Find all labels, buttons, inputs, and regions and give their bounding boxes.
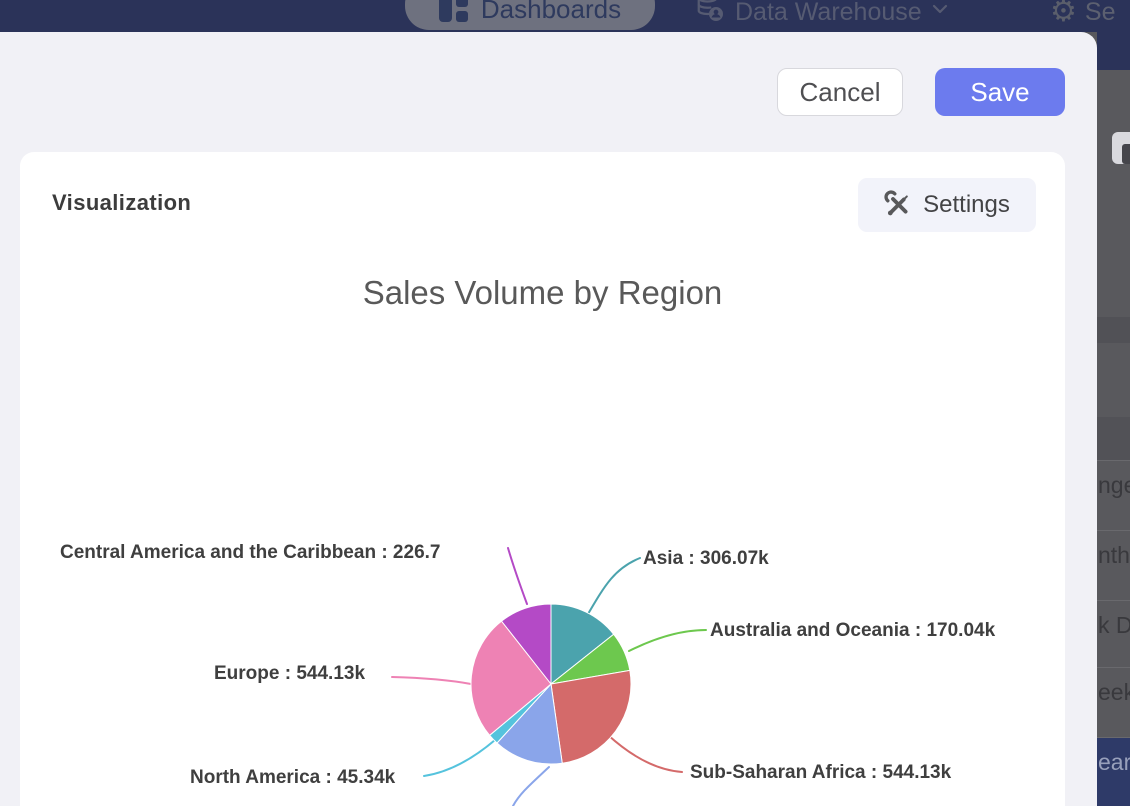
pie-label-north-america: North America : 45.34k <box>190 767 395 789</box>
dimmed-button-inner-fragment <box>1122 144 1130 164</box>
edit-visualization-modal: Cancel Save Visualization Settings Sales… <box>0 32 1097 806</box>
list-item-fragment-selected: ear <box>1097 737 1130 806</box>
menu-data-warehouse[interactable]: Data Warehouse <box>695 0 948 32</box>
top-navbar: Dashboards Data Warehouse ⚙ Se <box>0 0 1130 32</box>
screen: Dashboards Data Warehouse ⚙ Se <box>0 0 1130 806</box>
list-item-fragment: nth <box>1097 530 1130 600</box>
pie-slices-group <box>471 604 631 764</box>
pie-label-central-america: Central America and the Caribbean : 226.… <box>60 542 440 564</box>
visualization-card: Visualization Settings Sales Volume by R… <box>20 152 1065 806</box>
list-item-fragment: nge <box>1097 460 1130 530</box>
dimmed-page-sliver: nge nth k D eek ear <box>1097 32 1130 806</box>
dashboard-grid-icon <box>439 0 469 22</box>
pie-label-australia: Australia and Oceania : 170.04k <box>710 620 995 642</box>
list-item-fragment: k D <box>1097 600 1130 667</box>
leader-line-sub-saharan <box>608 735 682 772</box>
leader-line-north-america <box>424 740 495 776</box>
dimmed-band <box>1097 317 1130 343</box>
save-button[interactable]: Save <box>935 68 1065 116</box>
cancel-button[interactable]: Cancel <box>777 68 903 116</box>
pie-label-asia: Asia : 306.07k <box>643 548 769 570</box>
pie-slice-2[interactable] <box>551 670 631 763</box>
tab-dashboards-label: Dashboards <box>481 0 621 25</box>
tab-dashboards[interactable]: Dashboards <box>405 0 655 30</box>
database-user-icon <box>695 0 725 28</box>
leader-line-offscreen <box>513 767 549 806</box>
pie-chart <box>20 152 1065 806</box>
chevron-down-icon <box>932 1 948 19</box>
gear-icon: ⚙ <box>1050 0 1077 27</box>
leader-line-asia <box>588 558 640 614</box>
list-item-fragment: eek <box>1097 667 1130 737</box>
nav-settings-item[interactable]: ⚙ Se <box>1050 0 1116 32</box>
dimmed-header-strip <box>1097 32 1130 70</box>
pie-label-sub-saharan: Sub-Saharan Africa : 544.13k <box>690 762 951 784</box>
leader-line-central-america <box>508 548 527 604</box>
pie-label-europe: Europe : 544.13k <box>214 663 365 685</box>
nav-settings-label-fragment: Se <box>1085 0 1116 27</box>
dimmed-band <box>1097 417 1130 460</box>
leader-line-australia <box>629 630 706 651</box>
menu-data-warehouse-label: Data Warehouse <box>735 0 922 27</box>
leader-line-europe <box>392 677 471 684</box>
